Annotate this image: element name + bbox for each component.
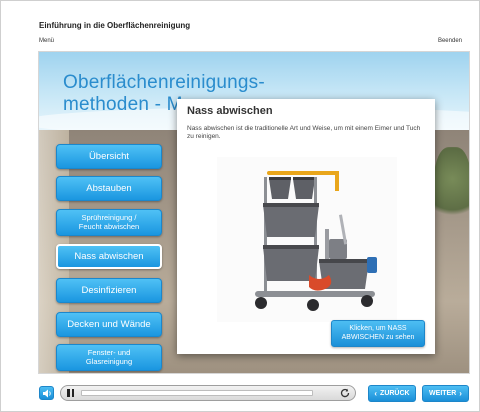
section-title-line1: Oberflächenreinigungs- <box>63 72 265 93</box>
see-button-label: Klicken, um NASS ABWISCHEN zu sehen <box>342 325 415 342</box>
nav-button-nass-abwischen[interactable]: Nass abwischen <box>56 244 162 269</box>
cleaning-trolley-icon <box>217 157 397 322</box>
next-button[interactable]: WEITER › <box>422 385 469 402</box>
popup-text: Nass abwischen ist die traditionelle Art… <box>187 125 421 140</box>
see-wet-mopping-button[interactable]: Klicken, um NASS ABWISCHEN zu sehen <box>331 320 425 347</box>
player-controls: ‹ ZURÜCK WEITER › <box>38 381 470 407</box>
nav-button-label-line2: Feucht abwischen <box>78 221 140 231</box>
nav-button-decken-und-waende[interactable]: Decken und Wände <box>56 312 162 337</box>
slide-stage: Oberflächenreinigungs- methoden - M Über… <box>38 51 470 374</box>
nav-button-fensterreinigung[interactable]: Fenster- und Glasreinigung <box>56 344 162 371</box>
nav-button-label: Decken und Wände <box>67 318 151 330</box>
nav-button-label: Fenster- und Glasreinigung <box>85 348 133 366</box>
nav-button-label: Abstauben <box>86 182 132 194</box>
nav-button-label: Nass abwischen <box>74 250 144 262</box>
popup-title: Nass abwischen <box>187 105 273 117</box>
see-button-label-line2: ABWISCHEN zu sehen <box>341 333 415 341</box>
course-window: Einführung in die Oberflächenreinigung M… <box>0 0 480 412</box>
next-button-label: WEITER <box>429 390 457 397</box>
audio-button[interactable] <box>39 386 54 400</box>
replay-icon[interactable] <box>339 387 351 399</box>
chevron-right-icon: › <box>459 389 462 398</box>
progress-track[interactable] <box>81 390 313 396</box>
nav-button-abstauben[interactable]: Abstauben <box>56 176 162 201</box>
chevron-left-icon: ‹ <box>374 389 378 398</box>
seek-bar <box>60 385 356 401</box>
nav-button-spruehreinigung[interactable]: Sprühreinigung / Feucht abwischen <box>56 209 162 236</box>
nav-button-label: Desinfizieren <box>81 284 137 296</box>
menu-link[interactable]: Menü <box>39 38 54 44</box>
background-plant <box>434 147 469 227</box>
pause-icon[interactable] <box>67 389 75 397</box>
speaker-icon <box>42 389 51 397</box>
nav-button-desinfizieren[interactable]: Desinfizieren <box>56 278 162 303</box>
see-button-label-line1: Klicken, um NASS <box>349 325 407 332</box>
nav-button-uebersicht[interactable]: Übersicht <box>56 144 162 169</box>
course-title: Einführung in die Oberflächenreinigung <box>39 21 191 30</box>
nav-button-label-line2: Glasreinigung <box>85 356 133 366</box>
info-popup: Nass abwischen Nass abwischen ist die tr… <box>177 99 435 354</box>
nav-button-label: Übersicht <box>88 150 130 162</box>
nav-button-label: Sprühreinigung / Feucht abwischen <box>78 213 140 231</box>
exit-link[interactable]: Beenden <box>438 38 462 44</box>
back-button-label: ZURÜCK <box>380 390 410 397</box>
back-button[interactable]: ‹ ZURÜCK <box>368 385 416 402</box>
